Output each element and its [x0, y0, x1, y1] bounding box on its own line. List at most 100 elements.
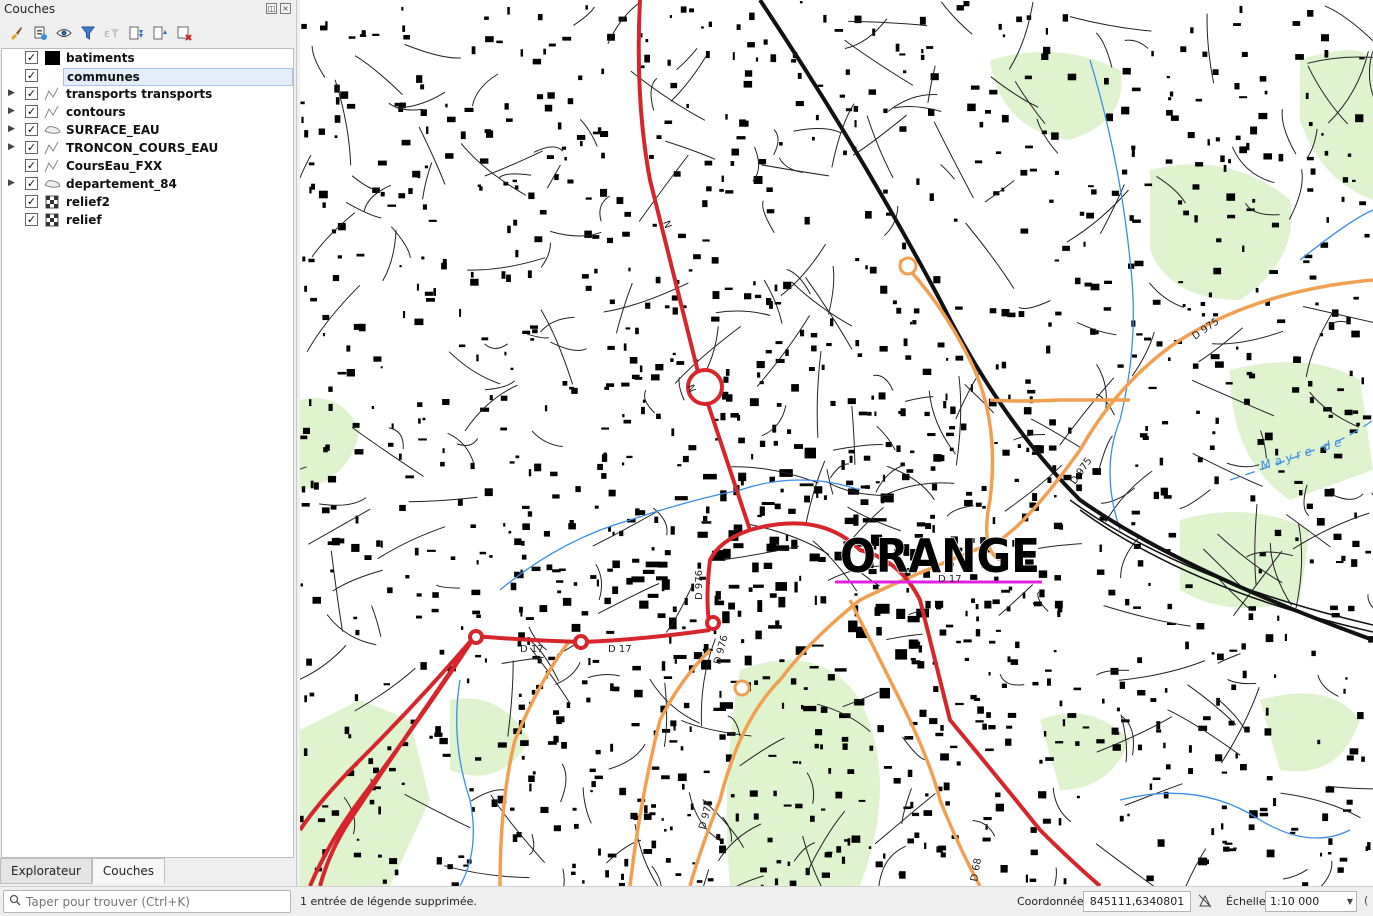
layer-visibility-checkbox[interactable]: ✓	[25, 51, 38, 64]
building	[744, 120, 749, 127]
add-group-icon[interactable]	[30, 23, 50, 43]
remove-layer-icon[interactable]	[174, 23, 194, 43]
locator-input[interactable]	[26, 894, 276, 909]
building	[927, 433, 936, 437]
collapse-all-icon[interactable]	[150, 23, 170, 43]
building	[322, 314, 330, 321]
building	[683, 702, 690, 709]
building	[759, 440, 766, 447]
float-panel-button[interactable]: ◫	[266, 3, 277, 14]
building	[1339, 857, 1348, 862]
tab-couches[interactable]: Couches	[91, 858, 166, 884]
paint-brush-icon[interactable]	[6, 23, 26, 43]
building	[372, 33, 380, 36]
tab-explorateur[interactable]: Explorateur	[0, 858, 92, 884]
building	[1153, 491, 1159, 500]
building	[1309, 559, 1314, 564]
layer-row-communes[interactable]: ✓ communes	[2, 67, 293, 86]
layer-row-departement-84[interactable]: ▶ ✓ departement_84	[2, 175, 293, 193]
layer-row-relief2[interactable]: ✓ relief2	[2, 193, 293, 211]
building	[910, 450, 915, 454]
layer-row-courseau-fxx[interactable]: ✓ CoursEau_FXX	[2, 157, 293, 175]
building	[899, 53, 906, 56]
building	[308, 162, 315, 166]
building	[1239, 5, 1243, 13]
building	[544, 104, 553, 112]
building	[354, 694, 359, 702]
building	[790, 881, 795, 886]
building	[546, 564, 553, 571]
building	[946, 432, 954, 437]
building	[785, 534, 789, 541]
building	[976, 616, 979, 622]
layer-visibility-checkbox[interactable]: ✓	[25, 69, 38, 82]
layer-visibility-checkbox[interactable]: ✓	[25, 159, 38, 172]
layer-visibility-checkbox[interactable]: ✓	[25, 105, 38, 118]
layer-row-contours[interactable]: ▶ ✓ contours	[2, 103, 293, 121]
building	[814, 595, 817, 605]
building	[1266, 849, 1275, 858]
building	[826, 343, 832, 347]
close-panel-button[interactable]: ×	[280, 3, 291, 14]
building	[703, 515, 708, 521]
building	[1292, 387, 1300, 393]
building	[439, 649, 445, 655]
building	[414, 547, 419, 556]
scale-select[interactable]: 1:10 000 ▼	[1265, 891, 1357, 912]
layer-visibility-checkbox[interactable]: ✓	[25, 87, 38, 100]
layer-row-troncon-cours-eau[interactable]: ▶ ✓ TRONCON_COURS_EAU	[2, 139, 293, 157]
building	[606, 630, 615, 634]
layer-row-surface-eau[interactable]: ▶ ✓ SURFACE_EAU	[2, 121, 293, 139]
building	[1137, 690, 1146, 696]
expand-arrow-icon[interactable]: ▶	[8, 124, 18, 136]
building	[820, 596, 827, 604]
layer-visibility-checkbox[interactable]: ✓	[25, 195, 38, 208]
expand-all-icon[interactable]	[126, 23, 146, 43]
building	[1225, 382, 1233, 385]
expand-arrow-icon[interactable]: ▶	[8, 142, 18, 154]
map-canvas[interactable]: D 975 D 975 D 976 D 976 D 976 D 17 D 17 …	[300, 0, 1373, 886]
layer-row-transports-transports[interactable]: ▶ ✓ transports transports	[2, 85, 293, 103]
building	[1264, 90, 1268, 95]
lock-scale-icon[interactable]: (	[1364, 894, 1368, 907]
layer-visibility-checkbox[interactable]: ✓	[25, 177, 38, 190]
building	[1320, 852, 1323, 857]
building	[626, 455, 633, 459]
coordinate-field[interactable]: 845111,6340801	[1083, 891, 1191, 912]
expand-arrow-icon[interactable]: ▶	[8, 106, 18, 118]
expression-filter-icon[interactable]: ε	[102, 23, 122, 43]
expand-arrow-icon[interactable]: ▶	[8, 178, 18, 190]
building	[1203, 716, 1211, 721]
layer-visibility-checkbox[interactable]: ✓	[25, 141, 38, 154]
eye-icon[interactable]	[54, 23, 74, 43]
locator-bar[interactable]	[3, 890, 291, 913]
layer-visibility-checkbox[interactable]: ✓	[25, 213, 38, 226]
expand-arrow-icon[interactable]: ▶	[8, 88, 18, 100]
building	[356, 838, 360, 841]
layer-name: SURFACE_EAU	[66, 123, 160, 137]
building	[903, 338, 908, 347]
filter-icon[interactable]	[78, 23, 98, 43]
layer-row-relief[interactable]: ✓ relief	[2, 211, 293, 229]
layer-row-batiments[interactable]: ✓ batiments	[2, 49, 293, 67]
building	[1053, 650, 1057, 653]
building	[923, 810, 933, 816]
building	[1029, 168, 1037, 172]
building	[907, 615, 920, 623]
building	[458, 855, 465, 858]
building	[759, 506, 765, 516]
building	[634, 689, 643, 698]
building	[649, 812, 656, 816]
building	[981, 486, 987, 491]
building	[1362, 415, 1372, 420]
building	[731, 148, 739, 156]
building	[1246, 352, 1252, 361]
layer-visibility-checkbox[interactable]: ✓	[25, 123, 38, 136]
coordinate-toggle-icon[interactable]	[1196, 893, 1214, 911]
building	[1333, 453, 1343, 459]
building	[401, 139, 411, 146]
building	[1239, 96, 1248, 99]
building	[515, 455, 520, 459]
building	[719, 690, 722, 698]
building	[556, 721, 562, 725]
